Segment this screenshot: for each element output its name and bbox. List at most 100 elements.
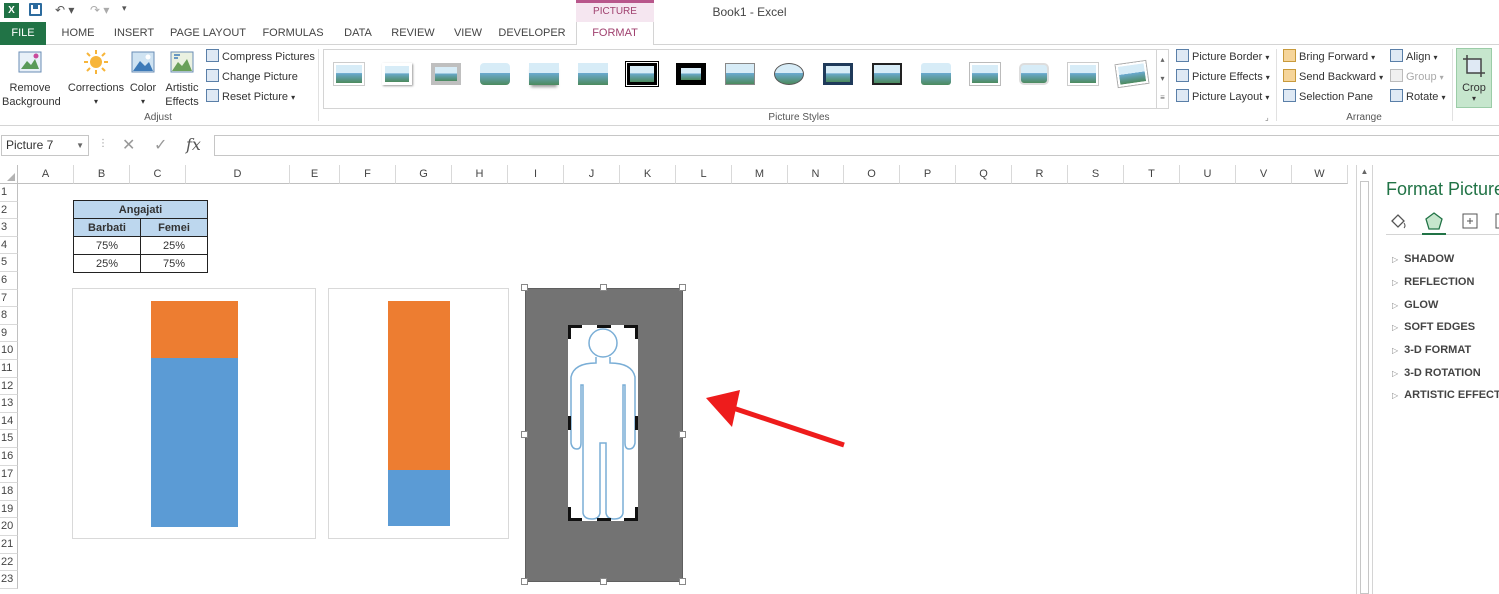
tab-file[interactable]: FILE — [0, 22, 46, 45]
corrections-button[interactable]: Corrections ▾ — [66, 49, 126, 109]
picture-style-thumb[interactable] — [770, 59, 808, 89]
table-header-barbati[interactable]: Barbati — [73, 218, 141, 237]
picture-style-thumb[interactable] — [525, 59, 563, 89]
picture-style-thumb[interactable] — [966, 59, 1004, 89]
picture-style-thumb[interactable] — [1113, 59, 1151, 89]
align-button[interactable]: Align ▾ — [1390, 48, 1438, 66]
selection-pane-button[interactable]: Selection Pane — [1283, 88, 1373, 106]
select-all-corner[interactable] — [0, 165, 18, 184]
picture-style-thumb[interactable] — [672, 59, 710, 89]
tab-page-layout[interactable]: PAGE LAYOUT — [168, 22, 248, 45]
reset-picture-button[interactable]: Reset Picture ▾ — [206, 88, 295, 106]
column-header[interactable]: M — [732, 165, 788, 184]
picture-style-thumb[interactable] — [721, 59, 759, 89]
table-cell[interactable]: 25% — [73, 254, 141, 273]
column-header[interactable]: Q — [956, 165, 1012, 184]
dialog-launcher-icon[interactable]: ⌟ — [1265, 113, 1269, 122]
scrollbar-thumb[interactable] — [1360, 181, 1369, 594]
crop-handle[interactable] — [597, 325, 611, 328]
column-header[interactable]: S — [1068, 165, 1124, 184]
pane-section-reflection[interactable]: REFLECTION — [1392, 276, 1474, 288]
picture-icon[interactable] — [1494, 211, 1499, 231]
crop-button[interactable]: Crop ▾ — [1456, 48, 1492, 108]
row-header[interactable]: 15 — [0, 430, 18, 448]
group-button[interactable]: Group ▾ — [1390, 68, 1444, 86]
resize-handle[interactable] — [679, 431, 686, 438]
column-header[interactable]: T — [1124, 165, 1180, 184]
fill-line-icon[interactable] — [1388, 211, 1408, 231]
crop-handle[interactable] — [635, 416, 638, 430]
picture-style-thumb[interactable] — [623, 59, 661, 89]
pane-section-artistic-effects[interactable]: ARTISTIC EFFECTS — [1392, 389, 1499, 401]
resize-handle[interactable] — [600, 578, 607, 585]
picture-style-thumb[interactable] — [476, 59, 514, 89]
tab-developer[interactable]: DEVELOPER — [498, 22, 566, 45]
pane-section-glow[interactable]: GLOW — [1392, 299, 1438, 311]
cancel-icon[interactable]: ✕ — [122, 135, 135, 155]
column-header[interactable]: I — [508, 165, 564, 184]
picture-style-thumb[interactable] — [574, 59, 612, 89]
row-header[interactable]: 3 — [0, 219, 18, 237]
crop-handle[interactable] — [568, 325, 571, 339]
row-header[interactable]: 18 — [0, 483, 18, 501]
cropped-picture[interactable] — [568, 325, 638, 521]
size-properties-icon[interactable] — [1460, 211, 1480, 231]
picture-style-thumb[interactable] — [330, 59, 368, 89]
column-header[interactable]: E — [290, 165, 340, 184]
gallery-scroll-up-icon[interactable]: ▴ — [1156, 50, 1168, 69]
row-header[interactable]: 19 — [0, 500, 18, 519]
crop-handle[interactable] — [635, 325, 638, 339]
row-header[interactable]: 16 — [0, 448, 18, 466]
row-header[interactable]: 6 — [0, 272, 18, 290]
column-header[interactable]: K — [620, 165, 676, 184]
column-header[interactable]: F — [340, 165, 396, 184]
vertical-scrollbar[interactable]: ▲ — [1356, 165, 1373, 594]
crop-handle[interactable] — [597, 518, 611, 521]
stacked-bar-chart-2[interactable] — [328, 288, 509, 539]
table-cell[interactable]: 75% — [73, 236, 141, 255]
tab-formulas[interactable]: FORMULAS — [258, 22, 328, 45]
tab-review[interactable]: REVIEW — [388, 22, 438, 45]
row-header[interactable]: 20 — [0, 518, 18, 536]
row-header[interactable]: 14 — [0, 412, 18, 431]
pane-section-soft-edges[interactable]: SOFT EDGES — [1392, 321, 1475, 333]
bar-segment-1[interactable] — [151, 301, 238, 358]
column-header[interactable]: A — [18, 165, 74, 184]
tab-view[interactable]: VIEW — [448, 22, 488, 45]
column-header[interactable]: V — [1236, 165, 1292, 184]
row-header[interactable]: 17 — [0, 465, 18, 484]
send-backward-button[interactable]: Send Backward ▾ — [1283, 68, 1383, 86]
scroll-up-icon[interactable]: ▲ — [1357, 167, 1372, 176]
picture-style-thumb[interactable] — [917, 59, 955, 89]
column-header[interactable]: R — [1012, 165, 1068, 184]
column-header[interactable]: H — [452, 165, 508, 184]
table-cell[interactable]: 25% — [140, 236, 208, 255]
resize-handle[interactable] — [679, 284, 686, 291]
row-header[interactable]: 2 — [0, 201, 18, 220]
bar-segment-1[interactable] — [388, 301, 450, 470]
tab-home[interactable]: HOME — [56, 22, 100, 45]
bar-segment-0[interactable] — [151, 357, 238, 527]
bring-forward-button[interactable]: Bring Forward ▾ — [1283, 48, 1375, 66]
row-header[interactable]: 11 — [0, 360, 18, 378]
row-header[interactable]: 21 — [0, 536, 18, 554]
row-header[interactable]: 23 — [0, 571, 18, 589]
column-header[interactable]: N — [788, 165, 844, 184]
enter-icon[interactable]: ✓ — [154, 135, 167, 155]
row-header[interactable]: 5 — [0, 254, 18, 272]
column-header[interactable]: C — [130, 165, 186, 184]
picture-layout-button[interactable]: Picture Layout ▾ — [1176, 88, 1269, 106]
artistic-effects-button[interactable]: Artistic Effects — [162, 49, 202, 109]
tab-data[interactable]: DATA — [338, 22, 378, 45]
insert-function-icon[interactable]: fx — [186, 135, 201, 154]
resize-handle[interactable] — [600, 284, 607, 291]
table-title[interactable]: Angajati — [73, 200, 208, 219]
column-header[interactable]: J — [564, 165, 620, 184]
column-header[interactable]: B — [74, 165, 130, 184]
name-box[interactable]: Picture 7 ▼ — [1, 135, 89, 156]
row-header[interactable]: 9 — [0, 324, 18, 343]
resize-handle[interactable] — [521, 431, 528, 438]
row-header[interactable]: 13 — [0, 395, 18, 413]
crop-handle[interactable] — [568, 507, 571, 521]
pane-section-shadow[interactable]: SHADOW — [1392, 253, 1454, 265]
